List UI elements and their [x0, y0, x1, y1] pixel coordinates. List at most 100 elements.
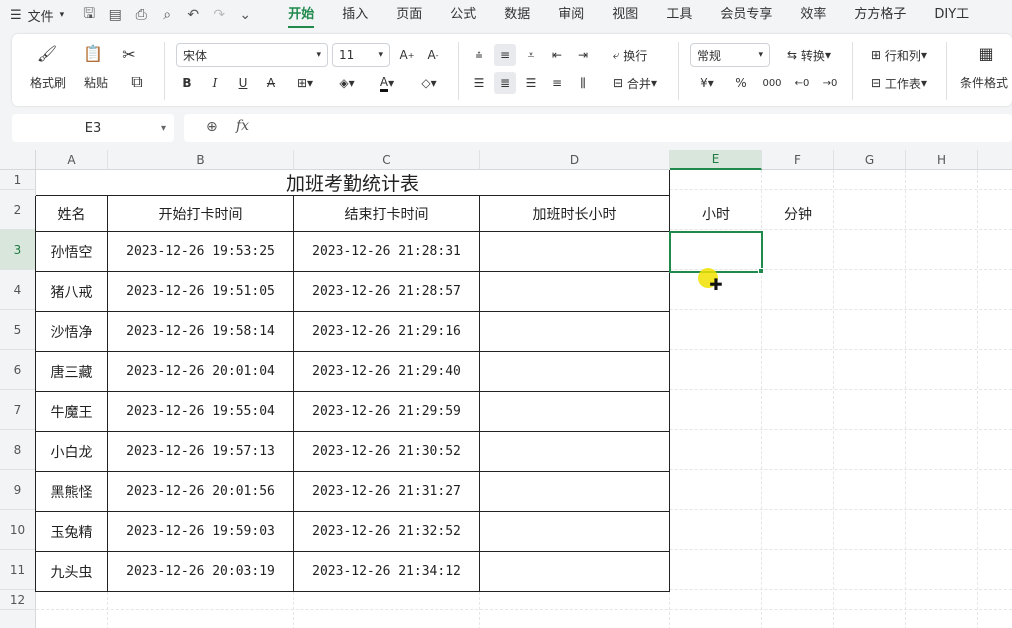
tab-review[interactable]: 审阅 — [544, 0, 598, 30]
overtime-cell[interactable] — [480, 272, 670, 312]
overtime-cell[interactable] — [480, 232, 670, 272]
increase-font-icon[interactable]: A + — [396, 44, 418, 66]
end-time-cell[interactable]: 2023-12-26 21:29:16 — [294, 312, 480, 352]
worksheet-button[interactable]: ⊟ 工作表 ▾ — [862, 72, 936, 94]
column-header-a[interactable]: A — [36, 150, 108, 170]
fill-color-icon[interactable]: ◈▾ — [330, 72, 364, 94]
outdent-icon[interactable]: ⇤ — [546, 44, 568, 66]
end-time-cell[interactable]: 2023-12-26 21:29:59 — [294, 392, 480, 432]
row-header-3[interactable]: 3 — [0, 230, 36, 270]
tab-view[interactable]: 视图 — [598, 0, 652, 30]
name-cell[interactable]: 九头虫 — [36, 552, 108, 592]
redo-icon[interactable]: ↷ — [210, 6, 228, 24]
fx-icon[interactable]: fx — [236, 118, 249, 134]
align-left-icon[interactable]: ☰ — [468, 72, 490, 94]
name-cell[interactable]: 小白龙 — [36, 432, 108, 472]
row-header-8[interactable]: 8 — [0, 430, 36, 470]
row-col-button[interactable]: ⊞ 行和列 ▾ — [862, 44, 936, 66]
name-cell[interactable]: 牛魔王 — [36, 392, 108, 432]
thousands-icon[interactable]: 000 — [760, 72, 784, 94]
font-color-icon[interactable]: A ▾ — [370, 72, 404, 94]
column-header-b[interactable]: B — [108, 150, 294, 170]
name-cell[interactable]: 玉兔精 — [36, 512, 108, 552]
export-pdf-icon[interactable]: ▤ — [106, 6, 124, 24]
tab-efficiency[interactable]: 效率 — [786, 0, 840, 30]
start-time-cell[interactable]: 2023-12-26 19:59:03 — [108, 512, 294, 552]
tab-data[interactable]: 数据 — [490, 0, 544, 30]
tab-insert[interactable]: 插入 — [328, 0, 382, 30]
wrap-text-button[interactable]: ⤶ 换行 — [600, 44, 660, 66]
tab-home[interactable]: 开始 — [274, 0, 328, 30]
strikethrough-icon[interactable]: A — [260, 72, 282, 94]
end-time-cell[interactable]: 2023-12-26 21:29:40 — [294, 352, 480, 392]
print-preview-icon[interactable]: ⌕ — [158, 6, 176, 24]
select-all-corner[interactable] — [0, 150, 36, 170]
clear-format-icon[interactable]: ◇▾ — [412, 72, 446, 94]
paste-label[interactable]: 粘贴 — [76, 72, 116, 92]
overtime-cell[interactable] — [480, 392, 670, 432]
tab-diy[interactable]: DIY工 — [920, 0, 983, 30]
print-icon[interactable]: ⎙ — [132, 6, 150, 24]
row-header-10[interactable]: 10 — [0, 510, 36, 550]
start-time-cell[interactable]: 2023-12-26 19:55:04 — [108, 392, 294, 432]
row-header-7[interactable]: 7 — [0, 390, 36, 430]
cut-icon[interactable]: ✂ — [118, 44, 140, 64]
start-time-cell[interactable]: 2023-12-26 20:01:56 — [108, 472, 294, 512]
align-top-icon[interactable]: ⩮ — [468, 44, 490, 66]
end-time-cell[interactable]: 2023-12-26 21:30:52 — [294, 432, 480, 472]
align-center-icon[interactable]: ≣ — [494, 72, 516, 94]
format-painter-label[interactable]: 格式刷 — [26, 72, 70, 92]
font-size-select[interactable]: 11 ▾ — [332, 43, 390, 67]
header-cell-overtime[interactable]: 加班时长小时 — [480, 196, 670, 232]
file-menu[interactable]: ☰ 文件 ▾ — [0, 6, 74, 25]
currency-button[interactable]: ¥ ▾ — [692, 72, 722, 94]
fill-handle[interactable] — [758, 268, 764, 274]
selected-cell-e3[interactable] — [669, 231, 763, 273]
tab-tools[interactable]: 工具 — [652, 0, 706, 30]
row-header-6[interactable]: 6 — [0, 350, 36, 390]
undo-icon[interactable]: ↶ — [184, 6, 202, 24]
overtime-cell[interactable] — [480, 432, 670, 472]
end-time-cell[interactable]: 2023-12-26 21:34:12 — [294, 552, 480, 592]
end-time-cell[interactable]: 2023-12-26 21:31:27 — [294, 472, 480, 512]
bold-icon[interactable]: B — [176, 72, 198, 94]
column-header-g[interactable]: G — [834, 150, 906, 170]
more-chevron-icon[interactable]: ⌄ — [236, 6, 254, 24]
header-cell-minutes[interactable]: 分钟 — [762, 196, 834, 232]
end-time-cell[interactable]: 2023-12-26 21:32:52 — [294, 512, 480, 552]
start-time-cell[interactable]: 2023-12-26 20:03:19 — [108, 552, 294, 592]
row-header-5[interactable]: 5 — [0, 310, 36, 350]
merge-button[interactable]: ⊟ 合并 ▾ — [600, 72, 670, 94]
start-time-cell[interactable]: 2023-12-26 19:57:13 — [108, 432, 294, 472]
start-time-cell[interactable]: 2023-12-26 19:58:14 — [108, 312, 294, 352]
name-cell[interactable]: 黑熊怪 — [36, 472, 108, 512]
underline-icon[interactable]: U — [232, 72, 254, 94]
overtime-cell[interactable] — [480, 552, 670, 592]
name-cell[interactable]: 孙悟空 — [36, 232, 108, 272]
column-header-h[interactable]: H — [906, 150, 978, 170]
conditional-format-label[interactable]: 条件格式 — [956, 72, 1012, 92]
name-cell[interactable]: 唐三藏 — [36, 352, 108, 392]
overtime-cell[interactable] — [480, 352, 670, 392]
indent-icon[interactable]: ⇥ — [572, 44, 594, 66]
row-header-11[interactable]: 11 — [0, 550, 36, 590]
convert-button[interactable]: ⇆ 转换 ▾ — [776, 44, 842, 66]
row-header-9[interactable]: 9 — [0, 470, 36, 510]
name-box[interactable]: E3 ▾ — [12, 114, 174, 142]
header-cell-start[interactable]: 开始打卡时间 — [108, 196, 294, 232]
distribute-icon[interactable]: ⫼ — [572, 72, 594, 94]
border-icon[interactable]: ⊞▾ — [288, 72, 322, 94]
overtime-cell[interactable] — [480, 512, 670, 552]
column-header-e[interactable]: E — [670, 150, 762, 170]
align-middle-icon[interactable]: ≡ — [494, 44, 516, 66]
number-format-select[interactable]: 常规 ▾ — [690, 43, 770, 67]
row-header-2[interactable]: 2 — [0, 190, 36, 230]
tab-page[interactable]: 页面 — [382, 0, 436, 30]
decrease-decimal-icon[interactable]: →0 — [818, 72, 842, 94]
formula-input[interactable]: ⊕ fx — [184, 114, 1012, 142]
overtime-cell[interactable] — [480, 472, 670, 512]
copy-icon[interactable]: ⧉ — [120, 72, 154, 92]
column-header-f[interactable]: F — [762, 150, 834, 170]
percent-button[interactable]: % — [730, 72, 752, 94]
paste-icon[interactable]: 📋 — [78, 42, 108, 64]
